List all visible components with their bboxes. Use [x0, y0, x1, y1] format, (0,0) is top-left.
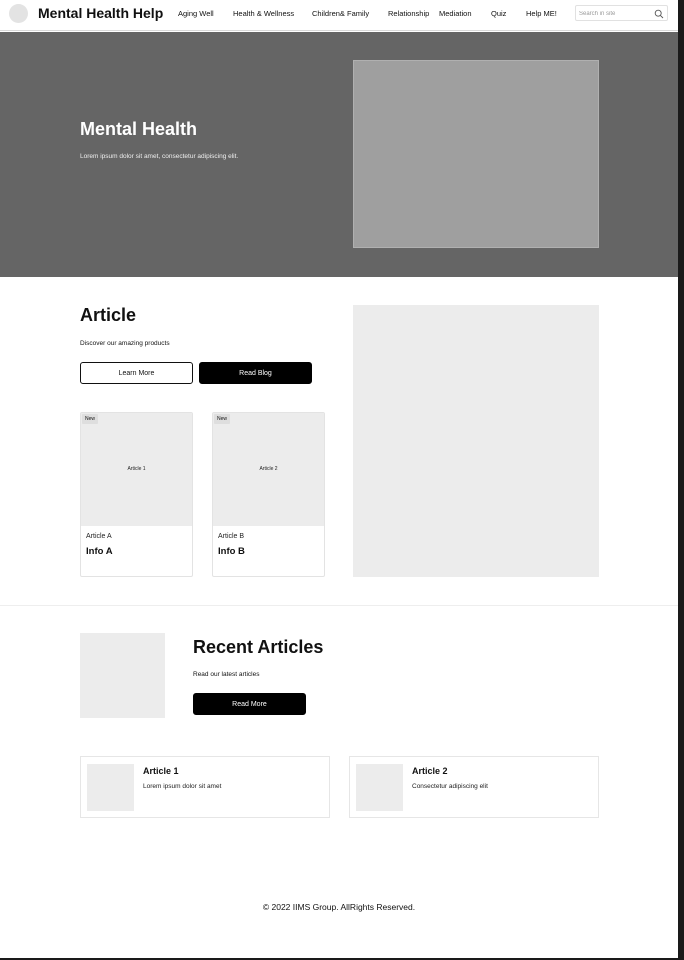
recent-card-text: Lorem ipsum dolor sit amet — [143, 783, 222, 790]
card-title: Info A — [86, 546, 113, 557]
recent-card-text: Consectetur adipiscing elit — [412, 783, 488, 790]
learn-more-button[interactable]: Learn More — [80, 362, 193, 384]
read-more-button[interactable]: Read More — [193, 693, 306, 715]
new-badge: New — [214, 414, 231, 424]
recent-card-image-placeholder — [87, 764, 134, 811]
logo[interactable] — [9, 4, 28, 23]
article-image-placeholder — [353, 305, 599, 577]
card-image-label: Article 1 — [127, 466, 146, 472]
nav-item-children-family[interactable]: Children& Family — [312, 9, 369, 18]
page: Mental Health Help Aging Well Health & W… — [0, 0, 678, 958]
card-image-label: Article 2 — [259, 466, 278, 472]
card-title: Info B — [218, 546, 245, 557]
recent-articles-subtitle: Read our latest articles — [193, 671, 260, 678]
footer-copyright: © 2022 IIMS Group. AllRights Reserved. — [262, 902, 416, 912]
search-icon[interactable] — [654, 9, 664, 19]
site-title[interactable]: Mental Health Help — [38, 5, 163, 21]
hero-title: Mental Health — [80, 119, 198, 139]
card-kicker: Article B — [218, 533, 245, 540]
search-input[interactable] — [579, 8, 653, 19]
nav-item-aging-well[interactable]: Aging Well — [178, 9, 214, 18]
article-card[interactable]: New Article 1 Article A Info A — [80, 412, 193, 577]
nav-item-mediation[interactable]: Mediation — [439, 9, 472, 18]
hero-section: Mental Health Lorem ipsum dolor sit amet… — [0, 32, 678, 277]
nav-item-relationship[interactable]: Relationship — [388, 9, 429, 18]
article-section-subtitle: Discover our amazing products — [80, 340, 170, 347]
nav-item-help-me[interactable]: Help ME! — [526, 9, 557, 18]
hero-subtitle: Lorem ipsum dolor sit amet, consectetur … — [80, 153, 239, 160]
new-badge: New — [82, 414, 99, 424]
section-divider — [0, 605, 678, 606]
recent-article-card[interactable]: Article 1 Lorem ipsum dolor sit amet — [80, 756, 330, 818]
hero-image-placeholder — [353, 60, 599, 248]
card-image-placeholder: New Article 2 — [213, 413, 324, 526]
article-section-title: Article — [80, 305, 137, 325]
recent-card-title: Article 2 — [412, 766, 448, 776]
nav-item-health-wellness[interactable]: Health & Wellness — [233, 9, 294, 18]
recent-image-placeholder — [80, 633, 165, 718]
recent-articles-title: Recent Articles — [193, 637, 324, 657]
recent-card-image-placeholder — [356, 764, 403, 811]
site-header: Mental Health Help Aging Well Health & W… — [0, 0, 678, 31]
recent-article-card[interactable]: Article 2 Consectetur adipiscing elit — [349, 756, 599, 818]
read-blog-button[interactable]: Read Blog — [199, 362, 312, 384]
nav-item-quiz[interactable]: Quiz — [491, 9, 506, 18]
article-card[interactable]: New Article 2 Article B Info B — [212, 412, 325, 577]
search-box — [575, 5, 668, 21]
card-image-placeholder: New Article 1 — [81, 413, 192, 526]
card-kicker: Article A — [86, 533, 112, 540]
recent-card-title: Article 1 — [143, 766, 179, 776]
